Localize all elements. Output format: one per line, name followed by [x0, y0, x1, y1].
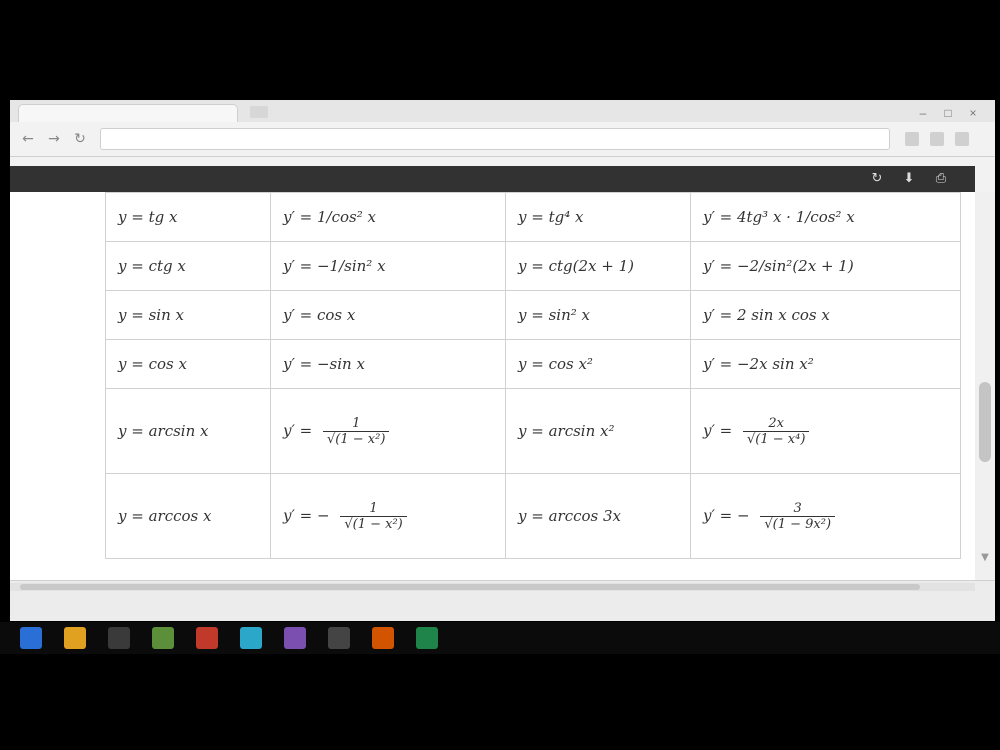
table-cell: y = arcsin x² [505, 388, 691, 474]
browser-window: – □ × ← → ↻ ↻ ⬇ ⎙ y = tg x y′ = 1/cos² x… [10, 100, 995, 621]
fraction: 3 √(1 − 9x²) [760, 501, 836, 532]
table-row: y = sin x y′ = cos x y = sin² x y′ = 2 s… [105, 290, 961, 340]
scroll-down-icon[interactable]: ▼ [979, 552, 991, 563]
scrollbar-thumb[interactable] [979, 382, 991, 462]
bookmark-icon[interactable] [905, 132, 919, 146]
table-cell: y = tg x [105, 192, 271, 242]
fraction-denominator: √(1 − 9x²) [764, 516, 832, 532]
url-input[interactable] [100, 128, 890, 150]
maximize-icon[interactable]: □ [940, 106, 956, 120]
new-tab-button[interactable] [250, 106, 268, 118]
table-cell: y′ = −sin x [270, 339, 506, 389]
status-bar [10, 580, 995, 621]
formula-prefix: y′ = [283, 421, 313, 439]
table-row: y = arccos x y′ = − 1 √(1 − x²) y = arcc… [105, 473, 961, 559]
table-cell: y′ = −2x sin x² [690, 339, 961, 389]
table-cell: y′ = 2 sin x cos x [690, 290, 961, 340]
fraction-numerator: 1 [323, 416, 390, 432]
fraction-numerator: 3 [760, 501, 836, 517]
taskbar-app-icon[interactable] [328, 627, 350, 649]
taskbar-app-icon[interactable] [196, 627, 218, 649]
table-cell: y′ = −2/sin²(2x + 1) [690, 241, 961, 291]
table-cell: y′ = cos x [270, 290, 506, 340]
taskbar-app-icon[interactable] [240, 627, 262, 649]
table-cell: y′ = 2x √(1 − x⁴) [690, 388, 961, 474]
fraction-numerator: 1 [340, 501, 407, 517]
table-cell: y = ctg(2x + 1) [505, 241, 691, 291]
taskbar-app-icon[interactable] [416, 627, 438, 649]
minimize-icon[interactable]: – [915, 106, 931, 120]
formula-prefix: y′ = [703, 421, 733, 439]
table-cell: y = sin² x [505, 290, 691, 340]
taskbar-app-icon[interactable] [152, 627, 174, 649]
taskbar-app-icon[interactable] [20, 627, 42, 649]
menu-icon[interactable] [955, 132, 969, 146]
tab-bar: – □ × [10, 100, 995, 123]
pdf-viewer-toolbar: ↻ ⬇ ⎙ [10, 166, 975, 192]
table-cell: y = sin x [105, 290, 271, 340]
vertical-scrollbar[interactable]: ▼ [975, 192, 995, 580]
horizontal-scrollbar[interactable] [10, 583, 975, 591]
table-cell: y′ = 4tg³ x · 1/cos² x [690, 192, 961, 242]
table-cell: y′ = − 3 √(1 − 9x²) [690, 473, 961, 559]
reload-icon[interactable]: ↻ [72, 131, 88, 147]
table-row: y = tg x y′ = 1/cos² x y = tg⁴ x y′ = 4t… [105, 192, 961, 242]
fraction: 1 √(1 − x²) [340, 501, 407, 532]
document-page: y = tg x y′ = 1/cos² x y = tg⁴ x y′ = 4t… [10, 192, 975, 580]
table-cell: y = arcsin x [105, 388, 271, 474]
fraction-numerator: 2x [743, 416, 810, 432]
table-row: y = ctg x y′ = −1/sin² x y = ctg(2x + 1)… [105, 241, 961, 291]
table-cell: y′ = −1/sin² x [270, 241, 506, 291]
browser-tab[interactable] [18, 104, 238, 122]
table-row: y = cos x y′ = −sin x y = cos x² y′ = −2… [105, 339, 961, 389]
print-icon[interactable]: ⎙ [932, 170, 950, 188]
derivatives-table: y = tg x y′ = 1/cos² x y = tg⁴ x y′ = 4t… [105, 192, 961, 559]
back-icon[interactable]: ← [20, 131, 36, 147]
table-cell: y = ctg x [105, 241, 271, 291]
extension-icon[interactable] [930, 132, 944, 146]
horizontal-scrollbar-thumb[interactable] [20, 584, 920, 590]
table-cell: y = cos x² [505, 339, 691, 389]
address-bar: ← → ↻ [10, 122, 995, 157]
fraction: 2x √(1 − x⁴) [743, 416, 810, 447]
formula-prefix: y′ = − [283, 506, 330, 524]
taskbar-app-icon[interactable] [284, 627, 306, 649]
download-icon[interactable]: ⬇ [900, 170, 918, 188]
rotate-icon[interactable]: ↻ [868, 170, 886, 188]
close-icon[interactable]: × [965, 106, 981, 120]
fraction-denominator: √(1 − x⁴) [747, 431, 806, 447]
table-row: y = arcsin x y′ = 1 √(1 − x²) y = arcsin… [105, 388, 961, 474]
table-cell: y′ = − 1 √(1 − x²) [270, 473, 506, 559]
table-cell: y = arccos 3x [505, 473, 691, 559]
taskbar [0, 622, 1000, 654]
formula-prefix: y′ = − [703, 506, 750, 524]
table-cell: y′ = 1/cos² x [270, 192, 506, 242]
taskbar-app-icon[interactable] [64, 627, 86, 649]
fraction-denominator: √(1 − x²) [327, 431, 386, 447]
forward-icon[interactable]: → [46, 131, 62, 147]
table-cell: y = cos x [105, 339, 271, 389]
taskbar-app-icon[interactable] [108, 627, 130, 649]
fraction: 1 √(1 − x²) [323, 416, 390, 447]
fraction-denominator: √(1 − x²) [344, 516, 403, 532]
table-cell: y = arccos x [105, 473, 271, 559]
table-cell: y′ = 1 √(1 − x²) [270, 388, 506, 474]
table-cell: y = tg⁴ x [505, 192, 691, 242]
taskbar-app-icon[interactable] [372, 627, 394, 649]
